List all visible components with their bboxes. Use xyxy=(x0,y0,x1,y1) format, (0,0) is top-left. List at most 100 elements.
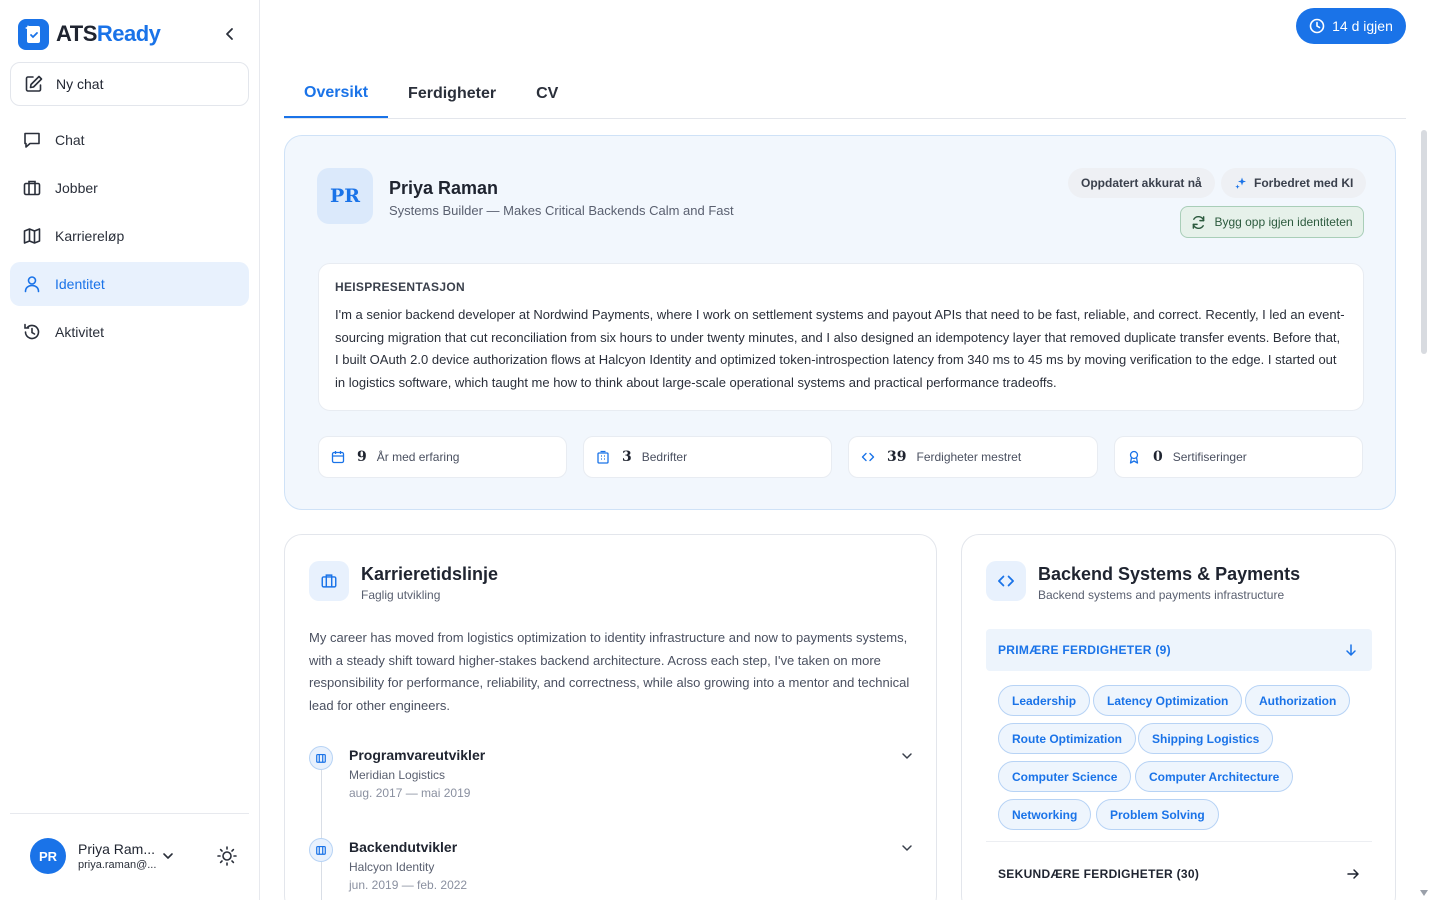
arrow-down-icon xyxy=(1346,644,1356,656)
ai-enhanced-badge: Forbedret med KI xyxy=(1221,168,1367,198)
elevator-pitch: HEISPRESENTASJON I'm a senior backend de… xyxy=(318,263,1364,411)
new-chat-button[interactable]: Ny chat xyxy=(10,62,249,106)
user-menu[interactable]: PR Priya Ram... priya.raman@... xyxy=(30,837,240,875)
rebuild-label: Bygg opp igjen identiteten xyxy=(1214,215,1353,229)
timeline-line xyxy=(321,761,322,900)
secondary-skills-label: SEKUNDÆRE FERDIGHETER (30) xyxy=(998,867,1200,881)
timeline-dates: aug. 2017 — mai 2019 xyxy=(349,786,471,800)
trial-label: 14 d igjen xyxy=(1332,18,1393,34)
user-icon xyxy=(24,276,40,293)
sparkle-icon xyxy=(1235,177,1246,189)
rebuild-identity-button[interactable]: Bygg opp igjen identiteten xyxy=(1180,206,1364,238)
scrollbar-thumb[interactable] xyxy=(1421,130,1427,354)
stat-skills-mastered: 39 Ferdigheter mestret xyxy=(848,436,1098,478)
building-icon xyxy=(309,746,333,770)
brand-logo[interactable]: ATSReady xyxy=(18,17,242,51)
skill-cluster-title: Backend Systems & Payments xyxy=(1038,564,1301,584)
sidebar-item-identitet[interactable]: Identitet xyxy=(10,262,249,306)
edit-icon xyxy=(25,75,43,92)
code-icon xyxy=(986,561,1026,601)
sidebar-item-jobber[interactable]: Jobber xyxy=(10,166,249,210)
profile-avatar: PR xyxy=(317,168,373,224)
avatar: PR xyxy=(30,838,66,874)
briefcase-icon xyxy=(309,561,349,601)
calendar-icon xyxy=(331,451,345,464)
primary-skills-label: PRIMÆRE FERDIGHETER (9) xyxy=(998,643,1171,657)
logo-mark-icon xyxy=(18,18,49,50)
map-icon xyxy=(23,228,41,244)
timeline-dates: jun. 2019 — feb. 2022 xyxy=(349,878,468,892)
skill-tag[interactable]: Computer Architecture xyxy=(1135,761,1294,792)
identity-summary-card: PR Priya Raman Systems Builder — Makes C… xyxy=(284,135,1396,510)
timeline-company: Meridian Logistics xyxy=(349,768,446,782)
chat-bubble-icon xyxy=(24,132,40,148)
career-timeline-card: Karrieretidslinje Faglig utvikling My ca… xyxy=(284,534,937,900)
stat-certifications: 0 Sertifiseringer xyxy=(1114,436,1363,478)
chevron-down-icon[interactable] xyxy=(899,748,915,764)
stat-value: 39 xyxy=(887,449,907,465)
timeline-company: Halcyon Identity xyxy=(349,860,435,874)
stat-label: Ferdigheter mestret xyxy=(916,450,1022,464)
collapse-sidebar-button[interactable] xyxy=(218,22,242,46)
career-summary: My career has moved from logistics optim… xyxy=(309,630,910,713)
stat-value: 3 xyxy=(622,449,632,465)
brand-name: ATSReady xyxy=(56,21,161,46)
sidebar-item-label: Jobber xyxy=(55,180,98,196)
updated-badge: Oppdatert akkurat nå xyxy=(1068,168,1215,198)
sidebar-item-label: Karriereløp xyxy=(55,228,125,244)
pitch-title: HEISPRESENTASJON xyxy=(335,280,465,294)
timeline-role: Programvareutvikler xyxy=(349,747,486,763)
award-icon xyxy=(1129,450,1139,464)
clock-icon xyxy=(1309,18,1325,34)
pitch-text: I'm a senior backend developer at Nordwi… xyxy=(335,307,1345,390)
tab-ferdigheter[interactable]: Ferdigheter xyxy=(388,70,516,118)
theme-toggle-button[interactable] xyxy=(216,845,238,867)
sidebar-item-karrierelop[interactable]: Karriereløp xyxy=(10,214,249,258)
sidebar-item-label: Aktivitet xyxy=(55,324,105,340)
code-icon xyxy=(861,452,875,462)
stat-years-experience: 9 År med erfaring xyxy=(318,436,567,478)
user-menu-toggle[interactable] xyxy=(158,846,178,866)
tab-cv[interactable]: CV xyxy=(516,70,578,118)
skill-tag[interactable]: Latency Optimization xyxy=(1093,685,1243,716)
user-name: Priya Ram... xyxy=(78,841,156,857)
sidebar-item-aktivitet[interactable]: Aktivitet xyxy=(10,310,249,354)
skill-tag[interactable]: Problem Solving xyxy=(1096,799,1219,830)
tab-bar: Oversikt Ferdigheter CV xyxy=(284,70,1406,119)
skill-tag[interactable]: Shipping Logistics xyxy=(1138,723,1274,754)
stat-label: År med erfaring xyxy=(376,450,460,464)
stat-companies: 3 Bedrifter xyxy=(583,436,832,478)
tab-oversikt[interactable]: Oversikt xyxy=(284,70,389,118)
user-info: Priya Ram... priya.raman@... xyxy=(78,841,158,871)
chevron-down-icon[interactable] xyxy=(899,840,915,856)
primary-skills-toggle[interactable]: PRIMÆRE FERDIGHETER (9) xyxy=(986,629,1372,671)
skill-tag[interactable]: Leadership xyxy=(998,685,1091,716)
sidebar-nav: Chat Jobber Karriereløp Identitet Aktivi… xyxy=(10,118,249,358)
sidebar-item-label: Identitet xyxy=(55,276,105,292)
stat-label: Sertifiseringer xyxy=(1172,450,1247,464)
skill-tag[interactable]: Authorization xyxy=(1245,685,1351,716)
stat-value: 9 xyxy=(357,449,367,465)
trial-remaining-button[interactable]: 14 d igjen xyxy=(1296,8,1406,44)
briefcase-icon xyxy=(23,180,41,196)
stat-label: Bedrifter xyxy=(641,450,688,464)
sidebar-item-label: Chat xyxy=(55,132,85,148)
chevron-left-icon xyxy=(226,28,233,40)
building-icon xyxy=(309,838,333,862)
skill-tag[interactable]: Networking xyxy=(998,799,1092,830)
sidebar-item-chat[interactable]: Chat xyxy=(10,118,249,162)
updated-label: Oppdatert akkurat nå xyxy=(1081,176,1202,190)
sidebar-divider xyxy=(10,813,249,814)
skill-tag[interactable]: Computer Science xyxy=(998,761,1132,792)
skill-cluster-card: Backend Systems & Payments Backend syste… xyxy=(961,534,1396,900)
secondary-skills-toggle[interactable]: SEKUNDÆRE FERDIGHETER (30) xyxy=(986,853,1372,895)
history-icon xyxy=(24,323,40,340)
ai-label: Forbedret med KI xyxy=(1254,176,1354,190)
skill-tag[interactable]: Route Optimization xyxy=(998,723,1136,754)
skills-divider xyxy=(986,841,1372,842)
scroll-down-arrow-icon[interactable] xyxy=(1420,890,1428,896)
timeline-role: Backendutvikler xyxy=(349,839,458,855)
sidebar: ATSReady Ny chat Chat Jobber Karriereløp… xyxy=(0,0,260,900)
chevron-down-icon xyxy=(163,853,173,859)
building-icon xyxy=(597,450,609,464)
